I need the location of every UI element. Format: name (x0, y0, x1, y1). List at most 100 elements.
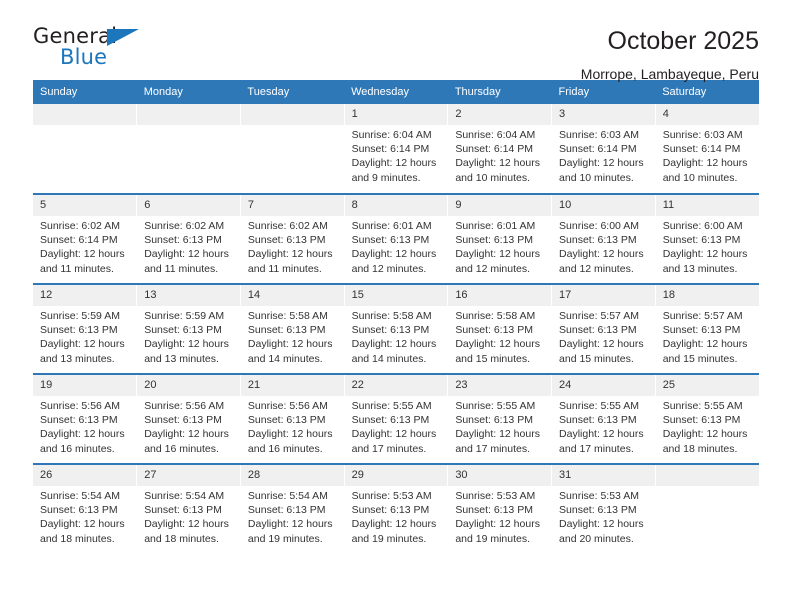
daylight-text: Daylight: 12 hours and 14 minutes. (351, 338, 437, 365)
daylight-text: Daylight: 12 hours and 16 minutes. (40, 428, 125, 455)
day-number: 29 (344, 465, 448, 486)
day-number: 24 (552, 375, 655, 396)
weekday-header-tuesday: Tuesday (240, 80, 345, 104)
sunrise-text: Sunrise: 6:02 AM (40, 220, 120, 232)
sunrise-text: Sunrise: 5:59 AM (144, 310, 225, 322)
calendar-day-cell[interactable]: 22 Sunrise: 5:55 AM Sunset: 6:13 PM Dayligh… (344, 373, 449, 464)
calendar-day-cell[interactable]: 27 Sunrise: 5:54 AM Sunset: 6:13 PM Dayligh… (136, 463, 241, 554)
day-number (137, 104, 240, 125)
day-number: 4 (655, 104, 759, 125)
day-details: Sunrise: 6:00 AM Sunset: 6:13 PM Daylight:… (656, 216, 759, 276)
day-number: 22 (344, 375, 448, 396)
sunset-text: Sunset: 6:13 PM (455, 504, 533, 517)
day-number: 1 (344, 104, 448, 125)
day-details: Sunrise: 5:58 AM Sunset: 6:13 PM Daylight:… (345, 306, 448, 366)
page-header: General Blue October 2025 Morrope, Lamba… (33, 0, 759, 82)
sunrise-text: Sunrise: 6:02 AM (247, 220, 328, 232)
sunset-text: Sunset: 6:13 PM (40, 414, 118, 427)
calendar-day-cell[interactable]: 26 Sunrise: 5:54 AM Sunset: 6:13 PM Dayligh… (33, 463, 138, 554)
calendar-day-cell[interactable]: 12 Sunrise: 5:59 AM Sunset: 6:13 PM Dayligh… (33, 283, 138, 374)
sunset-text: Sunset: 6:13 PM (40, 324, 118, 337)
day-details: Sunrise: 5:53 AM Sunset: 6:13 PM Daylight:… (448, 486, 551, 546)
day-number (655, 465, 759, 486)
calendar-day-cell[interactable]: 1 Sunrise: 6:04 AM Sunset: 6:14 PM Daylight… (344, 104, 449, 194)
sunrise-text: Sunrise: 5:58 AM (351, 310, 432, 322)
day-number: 28 (240, 465, 344, 486)
calendar-day-cell[interactable]: 14 Sunrise: 5:58 AM Sunset: 6:13 PM Dayligh… (240, 283, 345, 374)
day-number: 12 (33, 285, 137, 306)
calendar-day-cell[interactable]: 21 Sunrise: 5:56 AM Sunset: 6:13 PM Dayligh… (240, 373, 345, 464)
daylight-text: Daylight: 12 hours and 12 minutes. (351, 248, 437, 275)
calendar-week-row: 12 Sunrise: 5:59 AM Sunset: 6:13 PM Dayligh… (33, 283, 759, 374)
daylight-text: Daylight: 12 hours and 19 minutes. (351, 518, 437, 545)
calendar-day-cell[interactable]: 2 Sunrise: 6:04 AM Sunset: 6:14 PM Daylight… (447, 104, 553, 194)
calendar-day-cell[interactable]: 16 Sunrise: 5:58 AM Sunset: 6:13 PM Dayligh… (447, 283, 553, 374)
day-number: 13 (137, 285, 240, 306)
day-details: Sunrise: 5:55 AM Sunset: 6:13 PM Daylight:… (345, 396, 448, 456)
calendar-day-cell[interactable]: 18 Sunrise: 5:57 AM Sunset: 6:13 PM Dayligh… (655, 283, 759, 374)
calendar-day-cell[interactable]: 15 Sunrise: 5:58 AM Sunset: 6:13 PM Dayligh… (344, 283, 449, 374)
sunrise-text: Sunrise: 6:01 AM (455, 220, 536, 232)
sunset-text: Sunset: 6:13 PM (247, 324, 326, 337)
sunrise-text: Sunrise: 5:56 AM (40, 400, 120, 412)
sunset-text: Sunset: 6:13 PM (559, 504, 637, 517)
calendar-day-cell[interactable]: 5 Sunrise: 6:02 AM Sunset: 6:14 PM Daylight… (33, 193, 138, 284)
calendar-day-cell[interactable]: 25 Sunrise: 5:55 AM Sunset: 6:13 PM Dayligh… (655, 373, 759, 464)
daylight-text: Daylight: 12 hours and 20 minutes. (559, 518, 644, 545)
day-details: Sunrise: 5:54 AM Sunset: 6:13 PM Daylight:… (137, 486, 240, 546)
day-number: 31 (552, 465, 655, 486)
calendar-day-cell[interactable]: 29 Sunrise: 5:53 AM Sunset: 6:13 PM Dayligh… (344, 463, 449, 554)
sunset-text: Sunset: 6:14 PM (351, 143, 430, 156)
sunrise-sunset-calendar: Sunday Monday Tuesday Wednesday Thursday… (33, 80, 759, 554)
sunset-text: Sunset: 6:13 PM (144, 324, 222, 337)
sunset-text: Sunset: 6:13 PM (144, 234, 222, 247)
calendar-day-cell[interactable]: 11 Sunrise: 6:00 AM Sunset: 6:13 PM Dayligh… (655, 193, 759, 284)
sunset-text: Sunset: 6:13 PM (144, 504, 222, 517)
calendar-day-cell[interactable]: 3 Sunrise: 6:03 AM Sunset: 6:14 PM Daylight… (551, 104, 656, 194)
day-details: Sunrise: 5:54 AM Sunset: 6:13 PM Daylight:… (241, 486, 344, 546)
calendar-day-cell[interactable]: 20 Sunrise: 5:56 AM Sunset: 6:13 PM Dayligh… (136, 373, 241, 464)
calendar-day-cell[interactable]: 19 Sunrise: 5:56 AM Sunset: 6:13 PM Dayligh… (33, 373, 138, 464)
sunrise-text: Sunrise: 6:01 AM (351, 220, 432, 232)
day-number: 30 (448, 465, 552, 486)
sunset-text: Sunset: 6:13 PM (247, 234, 326, 247)
calendar-day-cell[interactable]: 7 Sunrise: 6:02 AM Sunset: 6:13 PM Daylight… (240, 193, 345, 284)
calendar-day-cell[interactable]: 23 Sunrise: 5:55 AM Sunset: 6:13 PM Dayligh… (447, 373, 553, 464)
weekday-header-wednesday: Wednesday (344, 80, 448, 104)
calendar-day-cell[interactable]: 30 Sunrise: 5:53 AM Sunset: 6:13 PM Dayligh… (447, 463, 553, 554)
calendar-day-cell[interactable]: 24 Sunrise: 5:55 AM Sunset: 6:13 PM Dayligh… (551, 373, 656, 464)
calendar-day-cell[interactable]: 17 Sunrise: 5:57 AM Sunset: 6:13 PM Dayligh… (551, 283, 656, 374)
day-details: Sunrise: 5:55 AM Sunset: 6:13 PM Daylight:… (448, 396, 551, 456)
sunrise-text: Sunrise: 5:57 AM (662, 310, 743, 322)
generalblue-logo[interactable]: General Blue (33, 24, 163, 76)
calendar-cell-empty (33, 104, 138, 194)
calendar-week-row: 1 Sunrise: 6:04 AM Sunset: 6:14 PM Daylight… (33, 104, 759, 194)
daylight-text: Daylight: 12 hours and 11 minutes. (247, 248, 333, 275)
sunset-text: Sunset: 6:14 PM (40, 234, 118, 247)
day-details: Sunrise: 5:56 AM Sunset: 6:13 PM Daylight:… (137, 396, 240, 456)
calendar-day-cell[interactable]: 6 Sunrise: 6:02 AM Sunset: 6:13 PM Daylight… (136, 193, 241, 284)
day-details: Sunrise: 5:54 AM Sunset: 6:13 PM Daylight:… (33, 486, 136, 546)
day-details: Sunrise: 5:56 AM Sunset: 6:13 PM Daylight:… (241, 396, 344, 456)
sunrise-text: Sunrise: 6:02 AM (144, 220, 225, 232)
calendar-day-cell[interactable]: 9 Sunrise: 6:01 AM Sunset: 6:13 PM Daylight… (447, 193, 553, 284)
sunset-text: Sunset: 6:13 PM (247, 414, 326, 427)
daylight-text: Daylight: 12 hours and 10 minutes. (559, 157, 644, 184)
day-details: Sunrise: 5:59 AM Sunset: 6:13 PM Daylight:… (137, 306, 240, 366)
day-number: 27 (137, 465, 240, 486)
calendar-day-cell[interactable]: 10 Sunrise: 6:00 AM Sunset: 6:13 PM Dayligh… (551, 193, 656, 284)
calendar-day-cell[interactable]: 28 Sunrise: 5:54 AM Sunset: 6:13 PM Dayligh… (240, 463, 345, 554)
sunset-text: Sunset: 6:13 PM (559, 234, 637, 247)
day-details: Sunrise: 6:03 AM Sunset: 6:14 PM Daylight:… (552, 125, 655, 185)
sunrise-text: Sunrise: 5:55 AM (662, 400, 743, 412)
calendar-day-cell[interactable]: 8 Sunrise: 6:01 AM Sunset: 6:13 PM Daylight… (344, 193, 449, 284)
day-number (240, 104, 344, 125)
sunset-text: Sunset: 6:13 PM (351, 234, 430, 247)
day-details: Sunrise: 6:01 AM Sunset: 6:13 PM Daylight:… (345, 216, 448, 276)
calendar-cell-empty (655, 463, 759, 554)
calendar-day-cell[interactable]: 31 Sunrise: 5:53 AM Sunset: 6:13 PM Dayligh… (551, 463, 656, 554)
calendar-day-cell[interactable]: 13 Sunrise: 5:59 AM Sunset: 6:13 PM Dayligh… (136, 283, 241, 374)
calendar-day-cell[interactable]: 4 Sunrise: 6:03 AM Sunset: 6:14 PM Daylight… (655, 104, 759, 194)
daylight-text: Daylight: 12 hours and 18 minutes. (40, 518, 125, 545)
weekday-header-monday: Monday (136, 80, 241, 104)
